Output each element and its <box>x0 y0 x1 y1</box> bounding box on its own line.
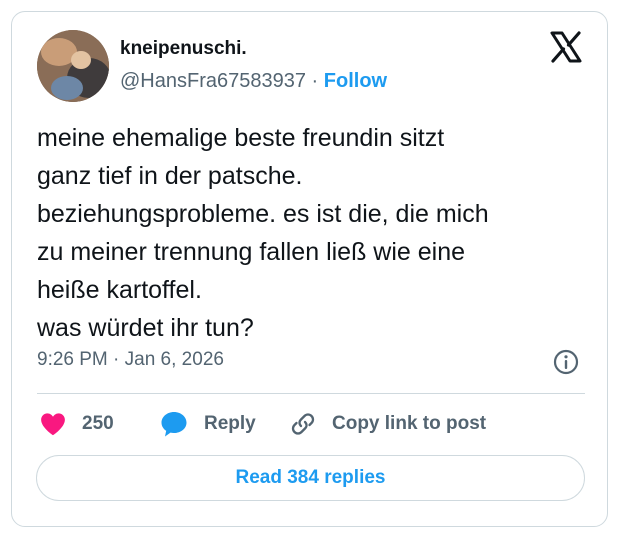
author-display-name[interactable]: kneipenuschi. <box>120 38 247 60</box>
tweet-text: meine ehemalige beste freundin sitzt gan… <box>37 119 592 347</box>
reply-button[interactable]: Reply <box>158 408 256 440</box>
tweet-line: ganz tief in der patsche. <box>37 162 303 190</box>
x-logo-icon[interactable] <box>549 30 583 64</box>
like-button[interactable]: 250 <box>38 408 114 440</box>
link-icon <box>288 409 318 439</box>
speech-bubble-icon <box>158 408 190 440</box>
handle-separator: · <box>311 70 319 92</box>
tweet-line: zu meiner trennung fallen ließ wie eine <box>37 238 466 266</box>
follow-button[interactable]: Follow <box>324 70 387 92</box>
reply-label: Reply <box>204 413 256 434</box>
tweet-timestamp[interactable]: 9:26 PM · Jan 6, 2026 <box>37 349 224 371</box>
read-replies-button[interactable]: Read 384 replies <box>36 455 585 501</box>
copy-link-button[interactable]: Copy link to post <box>288 408 486 440</box>
divider <box>37 393 585 394</box>
heart-icon <box>38 409 68 439</box>
avatar[interactable] <box>37 30 109 102</box>
copy-link-label: Copy link to post <box>332 413 487 434</box>
like-count: 250 <box>82 413 114 434</box>
author-handle[interactable]: @HansFra67583937 <box>120 70 306 92</box>
info-icon[interactable] <box>552 348 580 376</box>
author-handle-row: @HansFra67583937 · Follow <box>120 70 387 93</box>
tweet-line: meine ehemalige beste freundin sitzt <box>37 124 445 152</box>
tweet-line: heiße kartoffel. <box>37 276 202 304</box>
tweet-line: was würdet ihr tun? <box>37 314 254 342</box>
tweet-line: beziehungsprobleme. es ist die, die mich <box>37 200 489 228</box>
